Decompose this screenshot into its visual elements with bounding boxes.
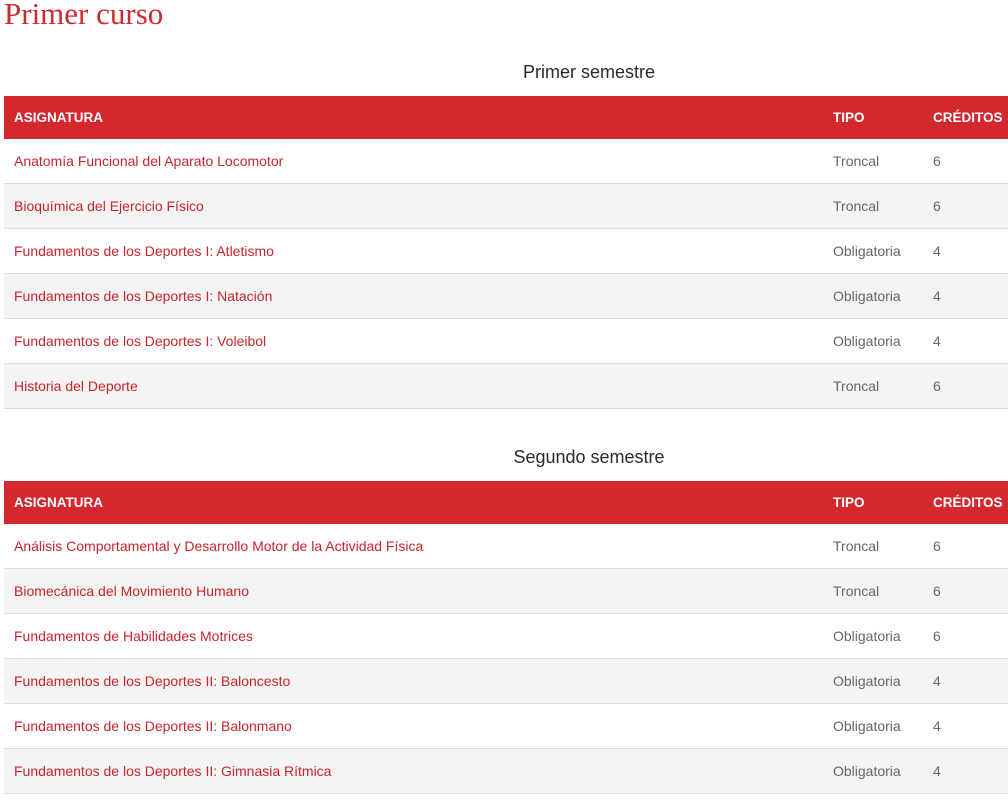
table-row: Fundamentos de los Deportes I: Voleibol … xyxy=(4,319,1008,364)
subject-link[interactable]: Fundamentos de los Deportes II: Balonces… xyxy=(14,673,290,689)
subject-credits: 4 xyxy=(933,333,941,349)
subject-type: Obligatoria xyxy=(833,243,901,259)
table-row: Bioquímica del Ejercicio Físico Troncal … xyxy=(4,184,1008,229)
subject-link[interactable]: Anatomía Funcional del Aparato Locomotor xyxy=(14,153,283,169)
subject-credits: 4 xyxy=(933,243,941,259)
table-row: Fundamentos de los Deportes II: Gimnasia… xyxy=(4,749,1008,794)
subject-type: Troncal xyxy=(833,538,880,554)
subject-link[interactable]: Fundamentos de Habilidades Motrices xyxy=(14,628,253,644)
table-header: ASIGNATURA TIPO CRÉDITOS xyxy=(4,481,1008,524)
subject-link[interactable]: Bioquímica del Ejercicio Físico xyxy=(14,198,204,214)
header-subject: ASIGNATURA xyxy=(14,495,103,510)
table-row: Fundamentos de los Deportes II: Balonman… xyxy=(4,704,1008,749)
subject-credits: 4 xyxy=(933,673,941,689)
page-title: Primer curso xyxy=(4,0,164,31)
subject-link[interactable]: Historia del Deporte xyxy=(14,378,138,394)
subject-link[interactable]: Análisis Comportamental y Desarrollo Mot… xyxy=(14,538,423,554)
subject-link[interactable]: Fundamentos de los Deportes I: Voleibol xyxy=(14,333,266,349)
subject-type: Troncal xyxy=(833,198,880,214)
table-row: Fundamentos de Habilidades Motrices Obli… xyxy=(4,614,1008,659)
subject-type: Troncal xyxy=(833,583,880,599)
table-header: ASIGNATURA TIPO CRÉDITOS xyxy=(4,96,1008,139)
table-row: Fundamentos de los Deportes II: Balonces… xyxy=(4,659,1008,704)
header-credits: CRÉDITOS xyxy=(933,110,1003,125)
subject-type: Obligatoria xyxy=(833,718,901,734)
subject-credits: 4 xyxy=(933,718,941,734)
subject-credits: 4 xyxy=(933,288,941,304)
subject-link[interactable]: Biomecánica del Movimiento Humano xyxy=(14,583,249,599)
table-row: Historia del Deporte Troncal 6 xyxy=(4,364,1008,409)
subject-credits: 6 xyxy=(933,628,941,644)
table-row: Fundamentos de los Deportes I: Natación … xyxy=(4,274,1008,319)
semester-table-2: ASIGNATURA TIPO CRÉDITOS Análisis Compor… xyxy=(4,481,1008,794)
subject-link[interactable]: Fundamentos de los Deportes I: Atletismo xyxy=(14,243,274,259)
header-type: TIPO xyxy=(833,110,865,125)
subject-type: Obligatoria xyxy=(833,333,901,349)
subject-credits: 6 xyxy=(933,538,941,554)
course-page: Primer curso Primer semestre ASIGNATURA … xyxy=(0,0,1008,811)
subject-type: Obligatoria xyxy=(833,673,901,689)
semester-title-1: Primer semestre xyxy=(522,62,656,82)
subject-credits: 4 xyxy=(933,763,941,779)
subject-credits: 6 xyxy=(933,153,941,169)
subject-type: Obligatoria xyxy=(833,763,901,779)
table-row: Anatomía Funcional del Aparato Locomotor… xyxy=(4,139,1008,184)
semester-title-2: Segundo semestre xyxy=(513,447,665,467)
semester-table-1: ASIGNATURA TIPO CRÉDITOS Anatomía Funcio… xyxy=(4,96,1008,409)
table-row: Fundamentos de los Deportes I: Atletismo… xyxy=(4,229,1008,274)
subject-credits: 6 xyxy=(933,378,941,394)
subject-link[interactable]: Fundamentos de los Deportes II: Balonman… xyxy=(14,718,292,734)
subject-link[interactable]: Fundamentos de los Deportes II: Gimnasia… xyxy=(14,763,331,779)
subject-type: Obligatoria xyxy=(833,628,901,644)
subject-credits: 6 xyxy=(933,198,941,214)
header-credits: CRÉDITOS xyxy=(933,495,1003,510)
header-subject: ASIGNATURA xyxy=(14,110,103,125)
subject-type: Troncal xyxy=(833,153,880,169)
subject-type: Obligatoria xyxy=(833,288,901,304)
header-type: TIPO xyxy=(833,495,865,510)
table-row: Análisis Comportamental y Desarrollo Mot… xyxy=(4,524,1008,569)
subject-link[interactable]: Fundamentos de los Deportes I: Natación xyxy=(14,288,272,304)
subject-credits: 6 xyxy=(933,583,941,599)
table-row: Biomecánica del Movimiento Humano Tronca… xyxy=(4,569,1008,614)
subject-type: Troncal xyxy=(833,378,880,394)
